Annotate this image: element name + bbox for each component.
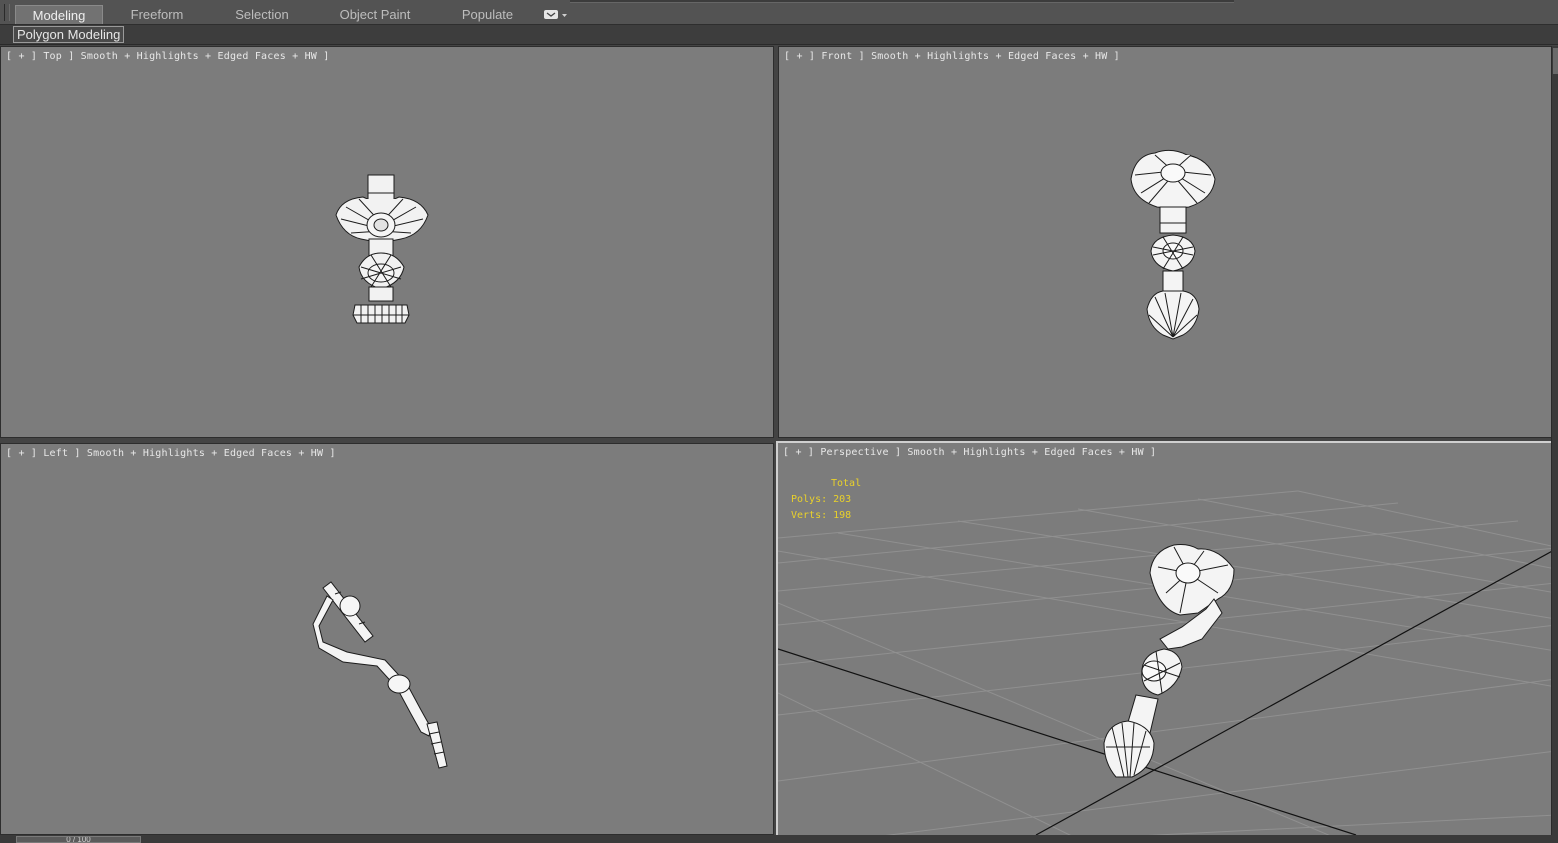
ribbon-tabbar: Modeling Freeform Selection Object Paint… <box>0 0 1558 25</box>
viewport-left[interactable]: [ + ] Left ] Smooth + Highlights + Edged… <box>0 443 774 835</box>
ribbon-grip[interactable] <box>4 4 10 21</box>
perspective-grid-and-model <box>778 490 1552 835</box>
tab-freeform[interactable]: Freeform <box>117 5 197 24</box>
time-slider[interactable]: 0 / 100 <box>16 836 141 843</box>
app-window: Modeling Freeform Selection Object Paint… <box>0 0 1558 843</box>
tab-selection[interactable]: Selection <box>222 5 302 24</box>
viewport-front[interactable]: [ + ] Front ] Smooth + Highlights + Edge… <box>778 46 1552 438</box>
viewport-perspective[interactable]: [ + ] Perspective ] Smooth + Highlights … <box>776 441 1554 837</box>
ribbon-top-divider <box>570 0 1234 3</box>
viewport-top[interactable]: [ + ] Top ] Smooth + Highlights + Edged … <box>0 46 774 438</box>
polygon-modeling-panel-button[interactable]: Polygon Modeling <box>13 26 125 43</box>
tab-object-paint[interactable]: Object Paint <box>330 5 420 24</box>
ribbon-options-icon[interactable] <box>543 9 569 21</box>
front-view-wireframe <box>1130 149 1216 340</box>
timeline-bar <box>0 835 1558 843</box>
tab-modeling[interactable]: Modeling <box>15 5 103 24</box>
command-panel-scrollbar[interactable] <box>1551 46 1558 836</box>
left-view-wireframe <box>312 581 448 769</box>
tab-populate[interactable]: Populate <box>450 5 525 24</box>
perspective-model <box>1103 544 1235 778</box>
scrollbar-thumb[interactable] <box>1553 48 1558 74</box>
top-view-wireframe <box>335 174 429 324</box>
ribbon-panel-bar: Polygon Modeling <box>0 25 1558 45</box>
